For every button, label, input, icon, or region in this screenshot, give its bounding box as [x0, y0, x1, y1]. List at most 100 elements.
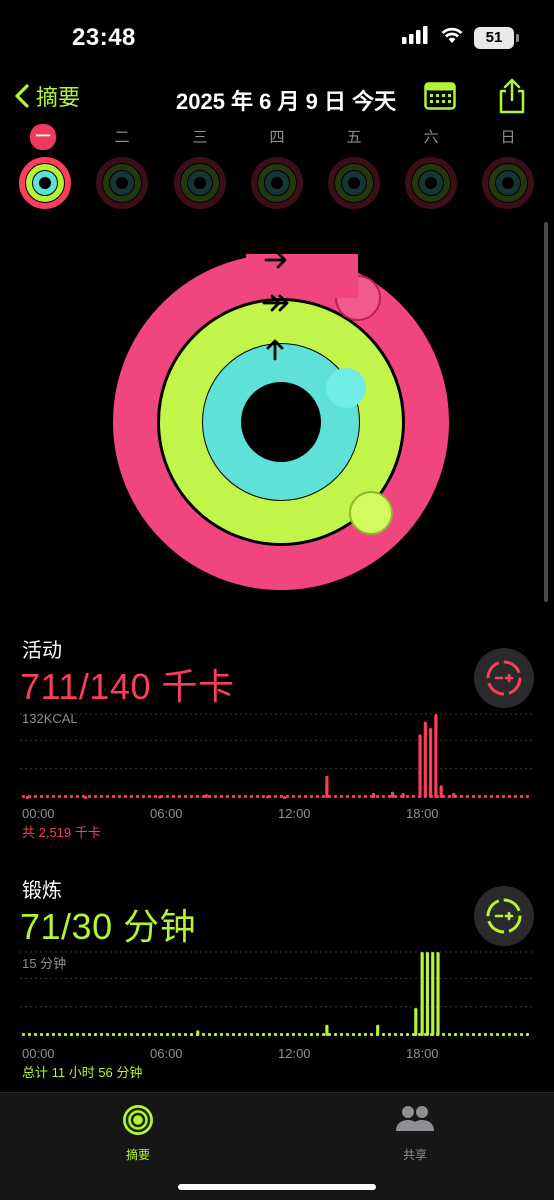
- chart-baseline-dot: [520, 1033, 523, 1036]
- chart-baseline-dot: [490, 795, 493, 798]
- chart-bar: [452, 792, 456, 798]
- move-x-label-0: 00:00: [22, 806, 55, 821]
- wifi-icon: [440, 26, 464, 49]
- chart-baseline-dot: [226, 1033, 229, 1036]
- day-ring-wed[interactable]: [173, 156, 227, 210]
- move-value: 711/140 千卡: [20, 666, 235, 707]
- day-label-sat[interactable]: 六: [414, 126, 448, 147]
- chart-baseline-dot: [154, 1033, 157, 1036]
- chart-baseline-dot: [370, 1033, 373, 1036]
- move-chart: [20, 713, 534, 800]
- day-ring-mon[interactable]: [18, 156, 72, 210]
- chart-baseline-dot: [118, 795, 121, 798]
- chart-baseline-dot: [154, 795, 157, 798]
- chart-baseline-dot: [130, 1033, 133, 1036]
- chart-baseline-dot: [238, 1033, 241, 1036]
- move-total: 共 2,519 千卡: [22, 825, 101, 840]
- chart-baseline-dot: [280, 795, 283, 798]
- chart-baseline-dot: [76, 1033, 79, 1036]
- chart-baseline-dot: [256, 795, 259, 798]
- day-label-mon[interactable]: 一: [30, 124, 56, 150]
- chart-baseline-dot: [106, 1033, 109, 1036]
- chart-baseline-dot: [256, 1033, 259, 1036]
- activity-rings-icon: [123, 1105, 153, 1135]
- chart-baseline-dot: [358, 795, 361, 798]
- chart-baseline-dot: [64, 1033, 67, 1036]
- move-x-label-12: 12:00: [278, 806, 311, 821]
- chart-baseline-dot: [172, 1033, 175, 1036]
- stand-ring-end-cap: [326, 368, 366, 408]
- day-ring-thu[interactable]: [250, 156, 304, 210]
- back-button[interactable]: 摘要: [14, 80, 80, 112]
- exercise-x-label-6: 06:00: [150, 1046, 183, 1061]
- chart-bar: [196, 1030, 200, 1036]
- chart-baseline-dot: [472, 795, 475, 798]
- chart-baseline-dot: [292, 795, 295, 798]
- chart-baseline-dot: [208, 795, 211, 798]
- chart-baseline-dot: [46, 1033, 49, 1036]
- chart-baseline-dot: [34, 1033, 37, 1036]
- chart-baseline-dot: [388, 1033, 391, 1036]
- chart-bar: [266, 795, 270, 799]
- chart-baseline-dot: [118, 1033, 121, 1036]
- chart-baseline-dot: [508, 1033, 511, 1036]
- chart-baseline-dot: [466, 1033, 469, 1036]
- chart-baseline-dot: [394, 795, 397, 798]
- nav-bar: 摘要 2025 年 6 月 9 日 今天: [0, 76, 554, 120]
- day-label-fri[interactable]: 五: [337, 126, 371, 147]
- chart-baseline-dot: [352, 1033, 355, 1036]
- share-button[interactable]: [497, 78, 527, 119]
- chart-baseline-dot: [148, 1033, 151, 1036]
- chart-baseline-dot: [484, 1033, 487, 1036]
- chart-baseline-dot: [148, 795, 151, 798]
- chart-baseline-dot: [502, 1033, 505, 1036]
- chart-baseline-dot: [52, 1033, 55, 1036]
- chart-baseline-dot: [250, 795, 253, 798]
- chart-baseline-dot: [166, 1033, 169, 1036]
- chart-baseline-dot: [346, 795, 349, 798]
- chart-bar: [325, 775, 329, 798]
- chart-baseline-dot: [196, 795, 199, 798]
- day-ring-fri[interactable]: [327, 156, 381, 210]
- chart-baseline-dot: [304, 1033, 307, 1036]
- tab-sharing-label: 共享: [402, 1148, 427, 1162]
- day-ring-tue[interactable]: [95, 156, 149, 210]
- chart-baseline-dot: [106, 795, 109, 798]
- chart-baseline-dot: [298, 795, 301, 798]
- tab-sharing[interactable]: 共享: [375, 1103, 455, 1163]
- chart-baseline-dot: [262, 1033, 265, 1036]
- chart-baseline-dot: [406, 1033, 409, 1036]
- day-label-wed[interactable]: 三: [183, 126, 217, 147]
- chart-baseline-dot: [88, 795, 91, 798]
- page-title: 2025 年 6 月 9 日 今天: [176, 89, 397, 114]
- day-label-thu[interactable]: 四: [260, 126, 294, 147]
- chart-baseline-dot: [190, 1033, 193, 1036]
- day-label-sun[interactable]: 日: [491, 126, 525, 147]
- chart-baseline-dot: [334, 795, 337, 798]
- chart-baseline-dot: [514, 1033, 517, 1036]
- chart-baseline-dot: [58, 795, 61, 798]
- chart-baseline-dot: [310, 795, 313, 798]
- exercise-value: 71/30 分钟: [20, 906, 197, 947]
- chart-baseline-dot: [388, 795, 391, 798]
- chart-baseline-dot: [94, 1033, 97, 1036]
- chart-baseline-dot: [250, 1033, 253, 1036]
- chart-bar: [325, 1024, 329, 1036]
- scrollbar[interactable]: [544, 222, 548, 602]
- chart-bar: [204, 794, 208, 798]
- chart-baseline-dot: [406, 795, 409, 798]
- chart-bar: [414, 1008, 418, 1036]
- calendar-button[interactable]: [424, 82, 456, 115]
- tab-summary[interactable]: 摘要: [98, 1103, 178, 1163]
- day-ring-sat[interactable]: [404, 156, 458, 210]
- chart-baseline-dot: [232, 795, 235, 798]
- battery-indicator: 51: [474, 26, 519, 49]
- day-ring-sun[interactable]: [481, 156, 535, 210]
- adjust-exercise-goal-button[interactable]: [474, 886, 534, 946]
- move-x-label-6: 06:00: [150, 806, 183, 821]
- chart-baseline-dot: [94, 795, 97, 798]
- chevron-left-icon: [15, 84, 29, 108]
- day-label-tue[interactable]: 二: [105, 126, 139, 147]
- back-label: 摘要: [36, 85, 81, 110]
- adjust-move-goal-button[interactable]: [474, 648, 534, 708]
